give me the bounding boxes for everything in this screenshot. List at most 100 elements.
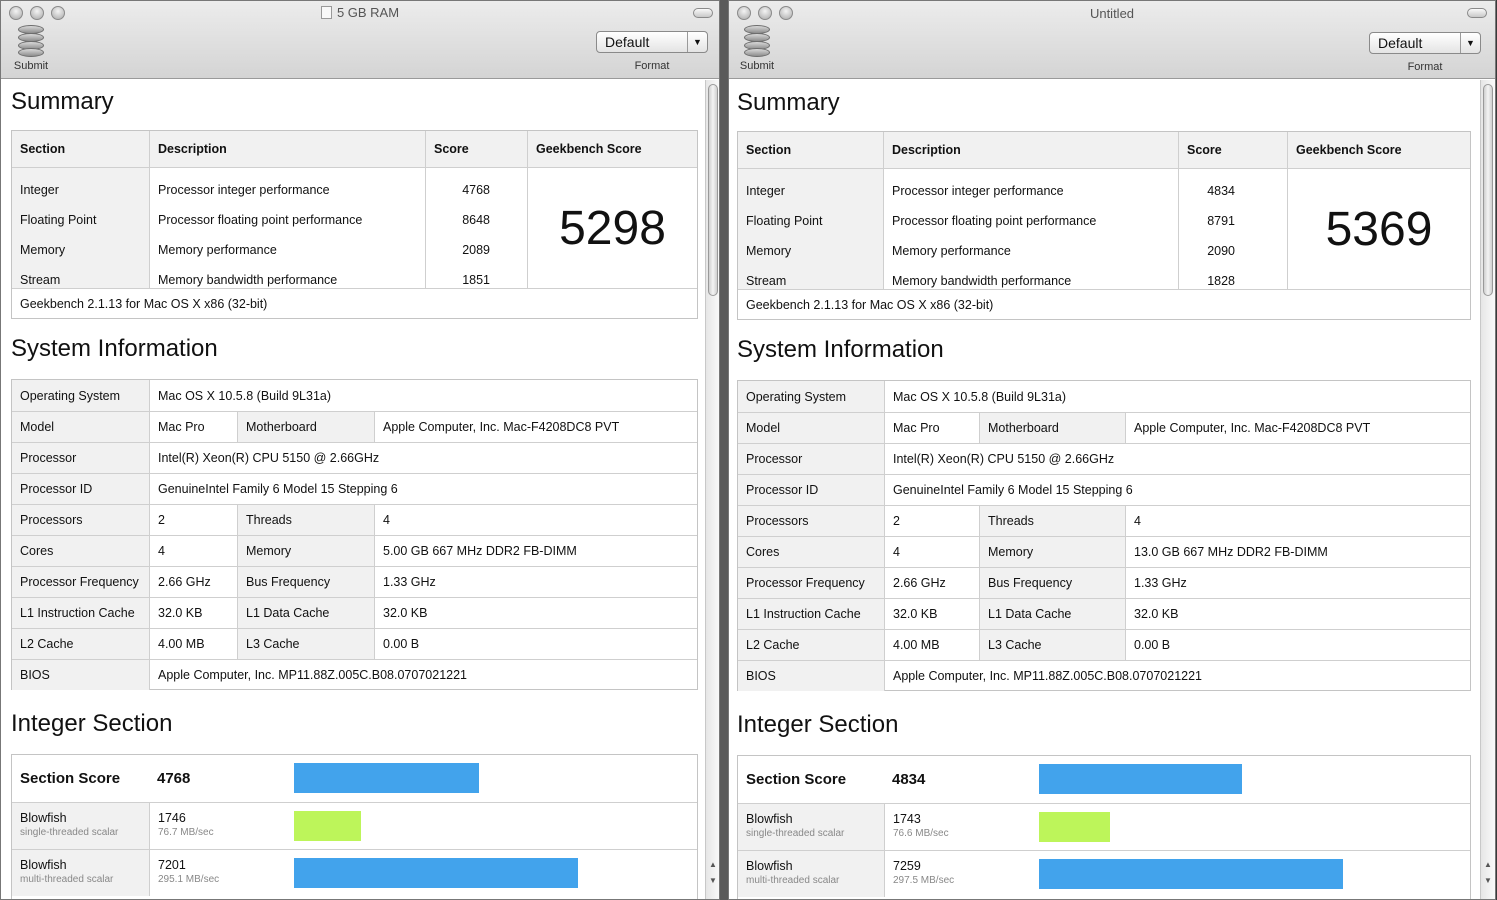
summary-section: Floating Point <box>746 214 823 228</box>
scroll-up-icon[interactable]: ▲ <box>709 860 717 869</box>
sysinfo-label: Processor <box>12 443 149 473</box>
document-icon <box>320 6 332 19</box>
header-section: Section <box>20 142 66 156</box>
section-score-value: 4834 <box>892 771 926 788</box>
integer-section-heading: Integer Section <box>737 711 899 738</box>
summary-table: Section Description Score Geekbench Scor… <box>11 130 698 319</box>
sysinfo-value: 0.00 B <box>1125 630 1470 660</box>
test-score-bar <box>294 811 361 841</box>
summary-scores: 4768 8648 2089 1851 <box>425 168 527 288</box>
sysinfo-value: 32.0 KB <box>1125 599 1470 629</box>
test-score-cell: 1743 76.6 MB/sec <box>884 804 1034 850</box>
format-select[interactable]: Default ▼ <box>1369 32 1481 54</box>
test-name-cell: Blowfish multi-threaded scalar <box>738 851 884 897</box>
test-score-cell: 1746 76.7 MB/sec <box>149 803 289 849</box>
sysinfo-value: 32.0 KB <box>884 599 979 629</box>
sysinfo-label: Processor <box>738 444 884 474</box>
sysinfo-row-processor-id: Processor ID GenuineIntel Family 6 Model… <box>738 474 1470 505</box>
section-score-row: Section Score 4834 <box>738 756 1470 803</box>
summary-section: Integer <box>746 184 785 198</box>
test-score: 1746 <box>158 811 186 825</box>
sysinfo-value: Apple Computer, Inc. MP11.88Z.005C.B08.0… <box>884 661 1470 691</box>
test-name-cell: Blowfish single-threaded scalar <box>738 804 884 850</box>
sysinfo-value: Mac OS X 10.5.8 (Build 9L31a) <box>149 380 697 411</box>
geekbench-score-value: 5369 <box>1287 169 1470 289</box>
test-name: Blowfish <box>746 859 793 873</box>
sysinfo-value: 2 <box>884 506 979 536</box>
vertical-scrollbar[interactable]: ▲ ▼ <box>705 80 719 899</box>
toolbar-toggle-button[interactable] <box>1467 8 1487 18</box>
format-select-value: Default <box>1378 35 1423 51</box>
format-label: Format <box>634 60 670 72</box>
scroll-up-icon[interactable]: ▲ <box>1484 860 1492 869</box>
section-score-row: Section Score 4768 <box>12 755 697 802</box>
sysinfo-value: 5.00 GB 667 MHz DDR2 FB-DIMM <box>374 536 697 566</box>
sysinfo-value: 4 <box>149 536 237 566</box>
section-score-label: Section Score <box>20 770 121 787</box>
test-score: 1743 <box>893 812 921 826</box>
toolbar: 5 GB RAM Submit Default ▼ Format <box>1 1 719 79</box>
system-information-heading: System Information <box>737 336 944 363</box>
version-row: Geekbench 2.1.13 for Mac OS X x86 (32-bi… <box>12 288 697 319</box>
sysinfo-label: L1 Data Cache <box>979 599 1125 629</box>
header-section: Section <box>746 143 792 157</box>
test-score-cell: 7259 297.5 MB/sec <box>884 851 1034 897</box>
format-select[interactable]: Default ▼ <box>596 31 708 53</box>
summary-description: Processor integer performance <box>892 184 1064 198</box>
summary-table: Section Description Score Geekbench Scor… <box>737 131 1471 320</box>
scroll-thumb[interactable] <box>1483 84 1493 296</box>
sysinfo-label: Motherboard <box>979 413 1125 443</box>
header-geekbench-score: Geekbench Score <box>527 131 697 167</box>
summary-body: Integer Floating Point Memory Stream Pro… <box>12 167 697 288</box>
test-score: 7201 <box>158 858 186 872</box>
sysinfo-value: Apple Computer, Inc. MP11.88Z.005C.B08.0… <box>149 660 697 690</box>
test-mode: single-threaded scalar <box>746 828 845 839</box>
toolbar: Untitled Submit Default ▼ Format <box>729 1 1495 79</box>
submit-button[interactable]: Submit <box>733 25 781 72</box>
summary-description: Processor floating point performance <box>892 214 1097 228</box>
chevron-down-icon: ▼ <box>1460 33 1480 53</box>
scroll-down-icon[interactable]: ▼ <box>709 876 717 885</box>
version-text: Geekbench 2.1.13 for Mac OS X x86 (32-bi… <box>20 297 268 311</box>
test-row: Blowfish single-threaded scalar 1746 76.7 … <box>12 802 697 849</box>
database-icon <box>744 25 770 57</box>
summary-header-row: Section Description Score Geekbench Scor… <box>738 132 1470 168</box>
header-description: Description <box>883 132 1178 168</box>
test-row: Blowfish multi-threaded scalar 7259 297.5 … <box>738 850 1470 897</box>
sysinfo-label: Processor ID <box>12 474 149 504</box>
test-name-cell: Blowfish multi-threaded scalar <box>12 850 149 896</box>
test-score: 7259 <box>893 859 921 873</box>
header-description: Description <box>149 131 425 167</box>
summary-descriptions: Processor integer performance Processor … <box>149 168 425 288</box>
sysinfo-label: Motherboard <box>237 412 374 442</box>
test-row: Blowfish multi-threaded scalar 7201 295.1 … <box>12 849 697 896</box>
summary-scores: 4834 8791 2090 1828 <box>1178 169 1287 289</box>
sysinfo-label: Operating System <box>12 380 149 411</box>
sysinfo-label: Operating System <box>738 381 884 412</box>
summary-heading: Summary <box>11 88 114 115</box>
sysinfo-value: Intel(R) Xeon(R) CPU 5150 @ 2.66GHz <box>149 443 697 473</box>
sysinfo-value: 32.0 KB <box>374 598 697 628</box>
window-title: Untitled <box>1089 6 1135 21</box>
sysinfo-label: Memory <box>237 536 374 566</box>
vertical-scrollbar[interactable]: ▲ ▼ <box>1480 80 1495 899</box>
summary-section: Integer <box>20 183 59 197</box>
test-mode: single-threaded scalar <box>20 827 119 838</box>
sysinfo-label: L2 Cache <box>12 629 149 659</box>
scroll-down-icon[interactable]: ▼ <box>1484 876 1492 885</box>
scroll-thumb[interactable] <box>708 84 718 296</box>
sysinfo-label: Processor Frequency <box>12 567 149 597</box>
sysinfo-value: GenuineIntel Family 6 Model 15 Stepping … <box>884 475 1470 505</box>
sysinfo-value: 4.00 MB <box>884 630 979 660</box>
summary-sections: Integer Floating Point Memory Stream <box>12 168 149 288</box>
sysinfo-value: 2 <box>149 505 237 535</box>
toolbar-toggle-button[interactable] <box>693 8 713 18</box>
submit-label: Submit <box>13 60 49 72</box>
summary-score: 8648 <box>462 213 490 227</box>
test-rate: 76.6 MB/sec <box>893 828 949 839</box>
sysinfo-row-frequency: Processor Frequency 2.66 GHz Bus Frequen… <box>12 566 697 597</box>
submit-button[interactable]: Submit <box>7 25 55 72</box>
sysinfo-label: BIOS <box>738 661 884 691</box>
sysinfo-row-frequency: Processor Frequency 2.66 GHz Bus Frequen… <box>738 567 1470 598</box>
sysinfo-row-bios: BIOS Apple Computer, Inc. MP11.88Z.005C.… <box>738 660 1470 691</box>
